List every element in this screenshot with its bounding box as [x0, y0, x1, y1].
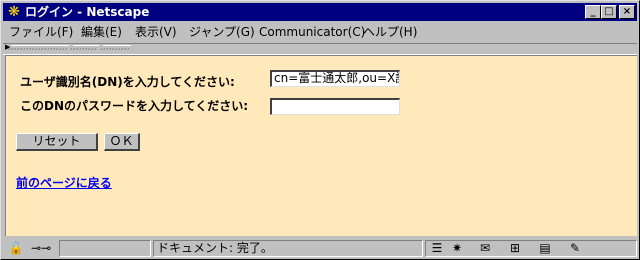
menu-communicator[interactable]: Communicator(C)	[259, 24, 365, 40]
inbox-icon[interactable]: ✉	[476, 241, 494, 255]
discussions-icon[interactable]: ⊞	[506, 241, 524, 255]
maximize-button[interactable]: □	[601, 5, 617, 19]
ok-button[interactable]: ＯＫ	[104, 133, 140, 151]
close-button[interactable]: ×	[619, 5, 635, 19]
minimize-button[interactable]: _	[585, 5, 601, 19]
password-input[interactable]	[270, 98, 400, 115]
progress-panel	[59, 240, 151, 257]
toolbar-tab-location[interactable]	[68, 45, 100, 52]
title-bar: ❋ ログイン - Netscape _ □ ×	[3, 3, 637, 21]
status-message-panel: ドキュメント: 完了。	[153, 240, 423, 257]
menu-view[interactable]: 表示(V)	[135, 24, 177, 40]
window-title: ログイン - Netscape	[25, 5, 150, 19]
menu-go[interactable]: ジャンプ(G)	[189, 24, 255, 40]
composer-icon[interactable]: ✎	[566, 241, 584, 255]
browser-window: ❋ ログイン - Netscape _ □ × ファイル(F) 編集(E) 表示…	[0, 0, 640, 260]
status-bar: 🔓 ⊸⊸ ドキュメント: 完了。 ☰ ✷ ✉ ⊞ ▤ ✎	[3, 238, 637, 258]
dn-input[interactable]: cn=富士通太郎,ou=X課	[270, 70, 400, 87]
dn-label: ユーザ識別名(DN)を入力してください:	[20, 75, 235, 89]
menu-bar: ファイル(F) 編集(E) 表示(V) ジャンプ(G) Communicator…	[3, 22, 637, 41]
component-bar: ☰ ✷ ✉ ⊞ ▤ ✎	[425, 240, 637, 257]
plug-icon: ⊸⊸	[30, 241, 52, 255]
navigator-icon[interactable]: ✷	[448, 241, 466, 255]
reset-button[interactable]: リセット	[16, 133, 98, 151]
menu-edit[interactable]: 編集(E)	[81, 24, 122, 40]
menu-grip-icon: ☰	[431, 241, 443, 255]
toolbar-tab-personal[interactable]	[98, 45, 132, 52]
back-link[interactable]: 前のページに戻る	[16, 174, 112, 191]
password-label: このDNのパスワードを入力してください:	[20, 99, 249, 113]
toolbar-tab-navigation[interactable]	[6, 45, 70, 52]
status-message: ドキュメント: 完了。	[157, 241, 273, 255]
page-content: ユーザ識別名(DN)を入力してください: cn=富士通太郎,ou=X課 このDN…	[5, 55, 637, 236]
toolbar-tab-strip: ▶	[3, 43, 637, 55]
tab-arrow-icon: ▶	[5, 43, 11, 51]
lock-icon[interactable]: 🔓	[7, 241, 25, 255]
menu-file[interactable]: ファイル(F)	[9, 24, 73, 40]
address-book-icon[interactable]: ▤	[536, 241, 554, 255]
menu-help[interactable]: ヘルプ(H)	[363, 24, 417, 40]
netscape-icon: ❋	[8, 4, 20, 20]
